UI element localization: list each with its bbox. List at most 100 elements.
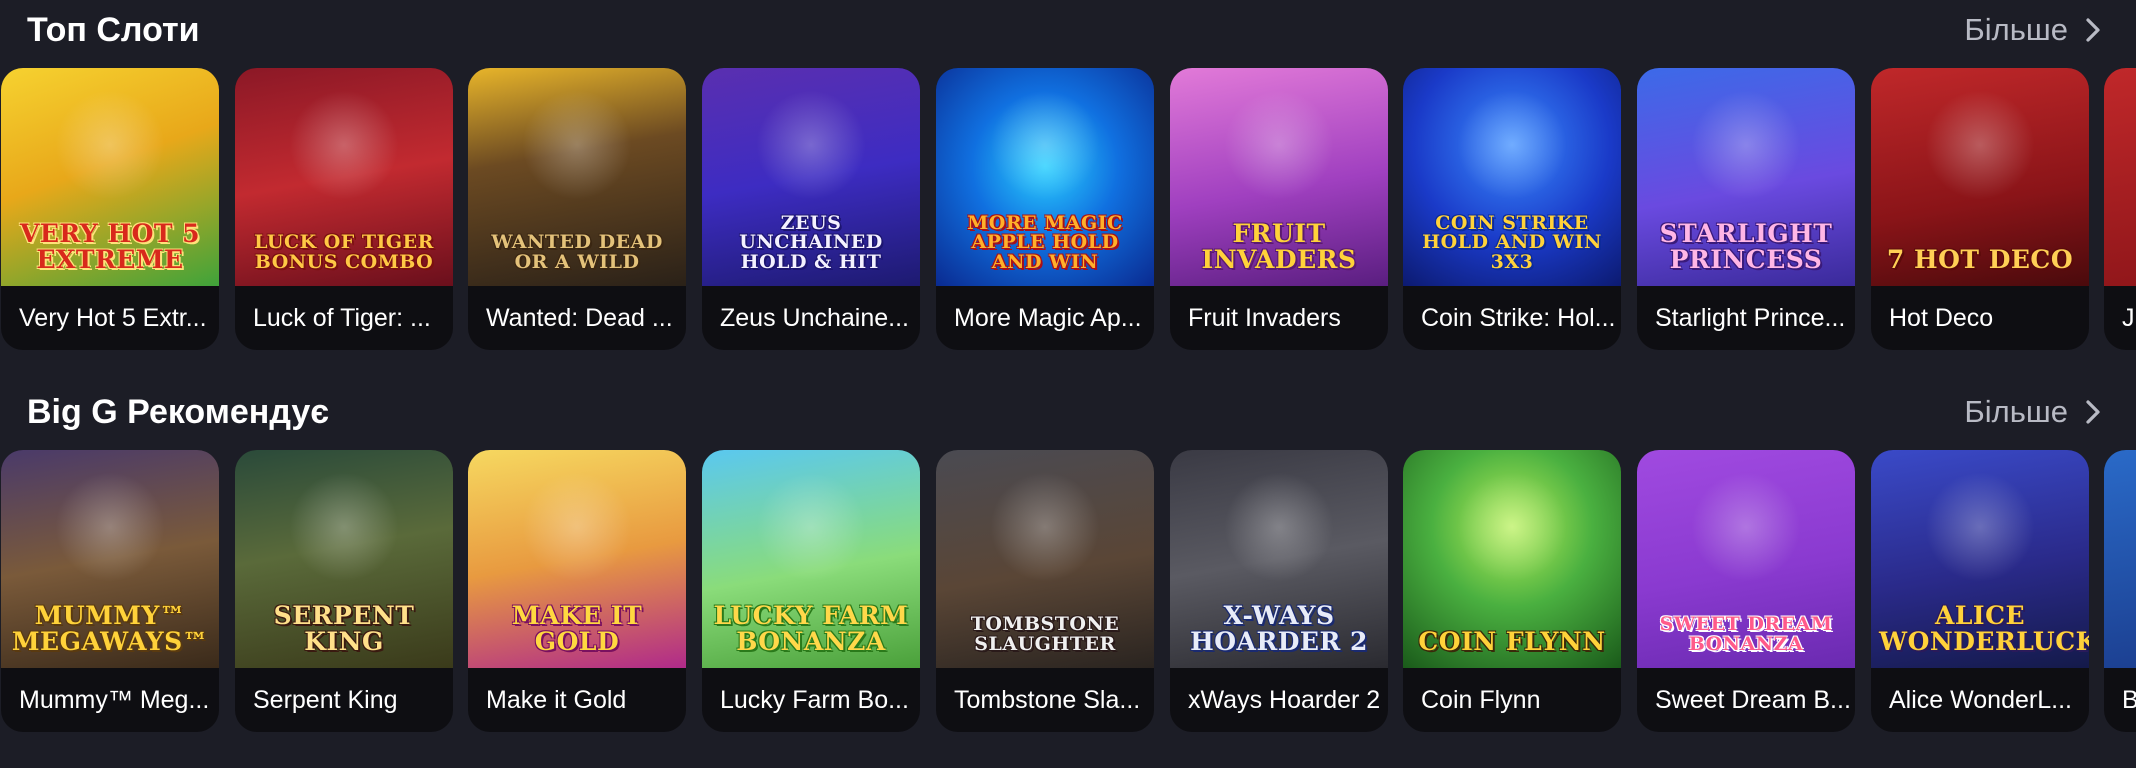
game-card[interactable]: J... [2104,68,2136,350]
game-title: J... [2122,304,2136,332]
game-logo: Starlight Princess [1659,219,1833,274]
artwork-glow [1691,472,1801,582]
game-card[interactable]: MUMMY™ MEGAWAYS™ Mummy™ Meg... [1,450,219,732]
game-thumbnail: More MAGIC APPLE HOLD AND WIN [936,68,1154,286]
game-logo: SERPENT KING [273,601,415,656]
game-logo: More MAGIC APPLE HOLD AND WIN [967,211,1123,273]
section-title: Big G Рекомендує [27,393,330,431]
game-artwork [2104,450,2136,668]
game-thumbnail: ALICE WONDERLUCK [1871,450,2089,668]
game-title: Very Hot 5 Extr... [19,304,207,332]
game-title: Lucky Farm Bo... [720,686,909,714]
artwork-glow [1224,472,1334,582]
game-thumbnail: SERPENT KING [235,450,453,668]
game-card[interactable]: COIN STRIKE HOLD AND WIN 3x3 Coin Strike:… [1403,68,1621,350]
game-thumbnail: ZEUS UNCHAINED HOLD & HIT [702,68,920,286]
more-label: Більше [1964,12,2068,47]
game-card[interactable]: FRUIT INVADERS Fruit Invaders [1170,68,1388,350]
game-card[interactable]: WANTED DEAD OR A WILD Wanted: Dead ... [468,68,686,350]
game-card[interactable]: ZEUS UNCHAINED HOLD & HIT Zeus Unchaine..… [702,68,920,350]
section-header: Big G Рекомендує Більше [0,382,2136,442]
games-carousel[interactable]: VERY HOT 5 Extreme Very Hot 5 Extr... LUCK… [0,68,2136,350]
game-thumbnail: MUMMY™ MEGAWAYS™ [1,450,219,668]
artwork-glow [990,90,1100,200]
game-card[interactable]: MAKE IT GOLD Make it Gold [468,450,686,732]
artwork-glow [55,90,165,200]
artwork-glow [522,472,632,582]
game-title: xWays Hoarder 2 [1188,686,1381,714]
game-card[interactable]: 7 HOT DECO Hot Deco [1871,68,2089,350]
game-card[interactable]: More MAGIC APPLE HOLD AND WIN More Magic … [936,68,1154,350]
game-title: Fruit Invaders [1188,304,1341,332]
artwork-glow [522,90,632,200]
game-title: Zeus Unchaine... [720,304,909,332]
game-title: Coin Strike: Hol... [1421,304,1616,332]
game-logo: LUCKY FARM BONANZA [713,601,909,656]
game-title: Hot Deco [1889,304,1994,332]
game-thumbnail: FRUIT INVADERS [1170,68,1388,286]
game-card[interactable]: COIN FLYNN Coin Flynn [1403,450,1621,732]
section-title: Топ Слоти [27,11,200,49]
more-link[interactable]: Більше [1964,392,2108,432]
game-logo: MAKE IT GOLD [511,601,643,656]
game-logo: ALICE WONDERLUCK [1879,601,2089,656]
game-thumbnail: COIN FLYNN [1403,450,1621,668]
artwork-glow [1925,472,2035,582]
artwork-glow [55,472,165,582]
game-card[interactable]: Starlight Princess Starlight Prince... [1637,68,1855,350]
game-title: Sweet Dream B... [1655,686,1851,714]
game-card[interactable]: SERPENT KING Serpent King [235,450,453,732]
artwork-glow [1457,90,1567,200]
game-thumbnail [2104,68,2136,286]
game-card[interactable]: X-WAYS HOARDER 2 xWays Hoarder 2 [1170,450,1388,732]
game-logo: COIN STRIKE HOLD AND WIN 3x3 [1422,211,1602,273]
game-title: B... [2122,686,2136,714]
game-logo: Sweet Dream Bonanza [1659,613,1833,655]
chevron-right-icon [2086,18,2100,42]
section-header: Топ Слоти Більше [0,0,2136,60]
artwork-glow [1224,90,1334,200]
game-logo: WANTED DEAD OR A WILD [491,231,663,273]
top-slots-section: Топ Слоти Більше VERY HOT 5 Extreme Very … [0,0,2136,350]
game-logo: LUCK of TIGER BONUS COMBO [254,231,434,273]
game-card[interactable]: LUCK of TIGER BONUS COMBO Luck of Tiger: … [235,68,453,350]
game-title: Starlight Prince... [1655,304,1846,332]
game-title: Alice WonderL... [1889,686,2072,714]
game-logo: X-WAYS HOARDER 2 [1190,601,1368,656]
game-logo: TOMBSTONE SLAUGHTER [970,613,1120,655]
game-artwork [2104,68,2136,286]
game-thumbnail: MAKE IT GOLD [468,450,686,668]
artwork-glow [1925,90,2035,200]
game-thumbnail [2104,450,2136,668]
game-card[interactable]: B... [2104,450,2136,732]
game-thumbnail: X-WAYS HOARDER 2 [1170,450,1388,668]
big-g-recommends-section: Big G Рекомендує Більше MUMMY™ MEGAWAYS™… [0,382,2136,732]
game-card[interactable]: TOMBSTONE SLAUGHTER Tombstone Sla... [936,450,1154,732]
more-link[interactable]: Більше [1964,10,2108,50]
artwork-glow [990,472,1100,582]
game-title: Mummy™ Meg... [19,686,210,714]
game-title: Wanted: Dead ... [486,304,673,332]
artwork-glow [289,472,399,582]
game-thumbnail: TOMBSTONE SLAUGHTER [936,450,1154,668]
game-thumbnail: VERY HOT 5 Extreme [1,68,219,286]
game-card[interactable]: ALICE WONDERLUCK Alice WonderL... [1871,450,2089,732]
game-logo: 7 HOT DECO [1886,244,2074,274]
games-carousel[interactable]: MUMMY™ MEGAWAYS™ Mummy™ Meg... SERPENT KIN… [0,450,2136,732]
game-thumbnail: Sweet Dream Bonanza [1637,450,1855,668]
more-label: Більше [1964,394,2068,429]
game-thumbnail: COIN STRIKE HOLD AND WIN 3x3 [1403,68,1621,286]
game-card[interactable]: Sweet Dream Bonanza Sweet Dream B... [1637,450,1855,732]
game-card[interactable]: VERY HOT 5 Extreme Very Hot 5 Extr... [1,68,219,350]
game-card[interactable]: LUCKY FARM BONANZA Lucky Farm Bo... [702,450,920,732]
chevron-right-icon [2086,400,2100,424]
game-thumbnail: Starlight Princess [1637,68,1855,286]
game-thumbnail: LUCK of TIGER BONUS COMBO [235,68,453,286]
game-title: Serpent King [253,686,398,714]
game-title: Tombstone Sla... [954,686,1141,714]
artwork-glow [756,472,866,582]
artwork-glow [289,90,399,200]
game-thumbnail: 7 HOT DECO [1871,68,2089,286]
game-title: Make it Gold [486,686,627,714]
game-thumbnail: WANTED DEAD OR A WILD [468,68,686,286]
